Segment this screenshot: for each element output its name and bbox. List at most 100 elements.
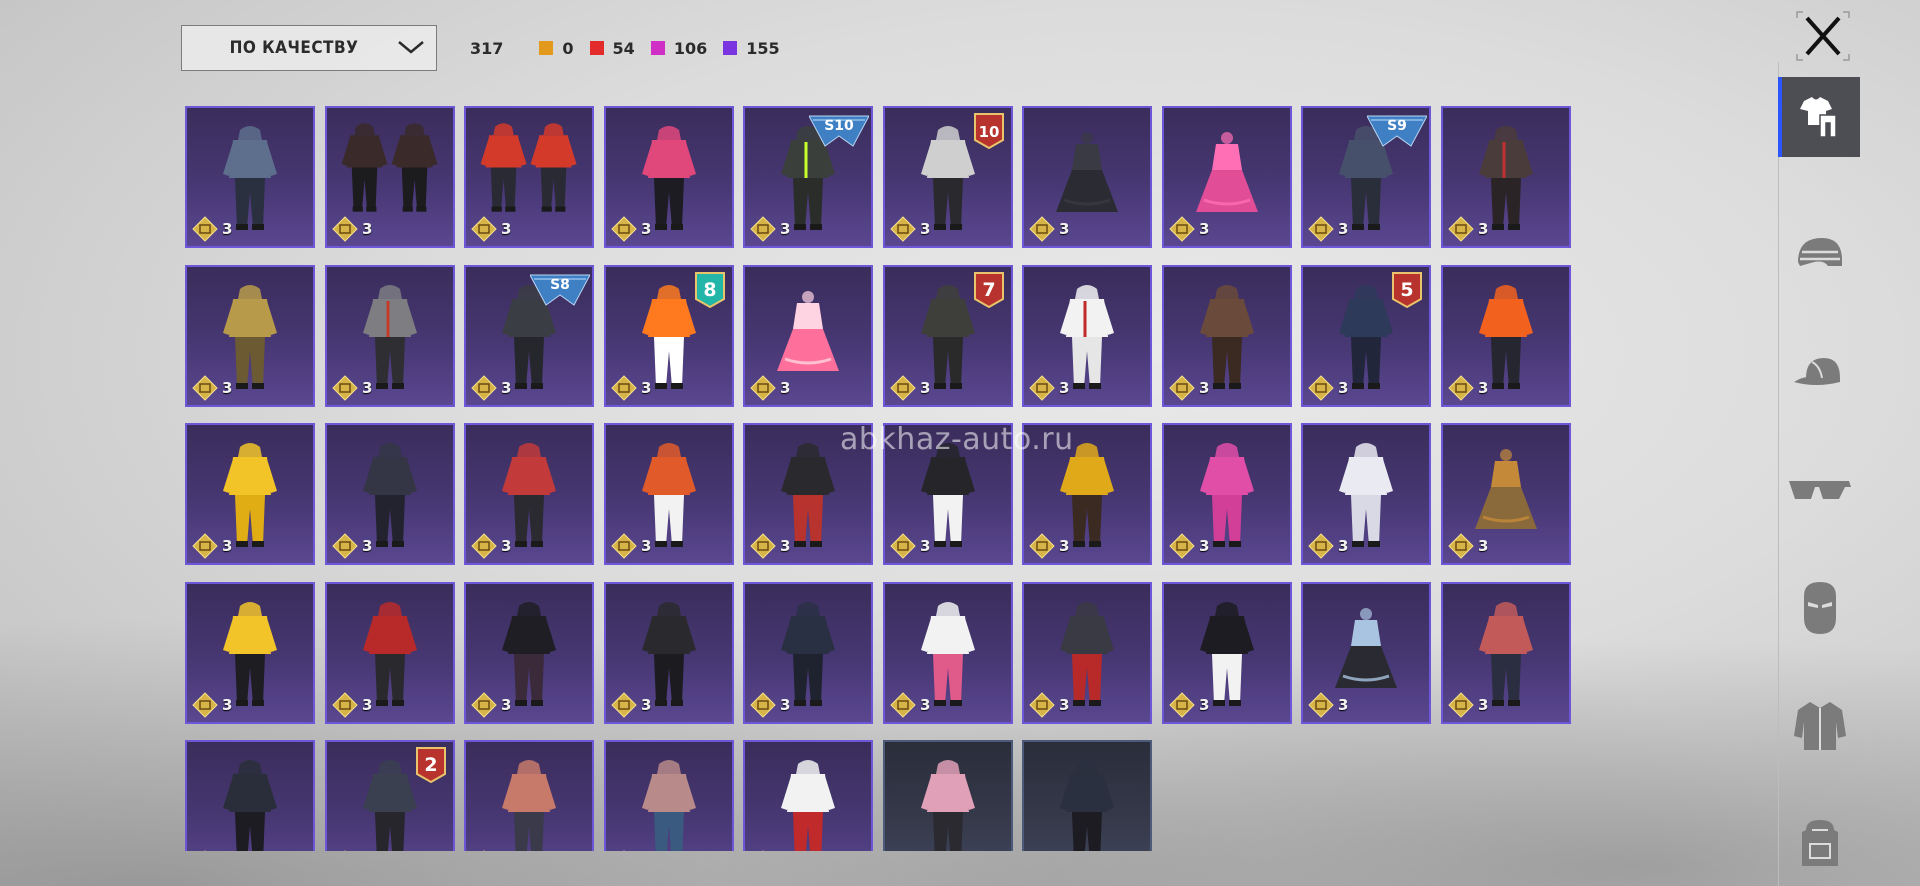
quantity: 3	[890, 216, 930, 242]
outfit-card[interactable]: 3	[883, 582, 1013, 724]
quantity: 3	[471, 375, 511, 401]
quantity: 3	[471, 216, 511, 242]
outfit-card[interactable]: 3	[325, 582, 455, 724]
upgrade-chip-icon	[192, 375, 218, 401]
backpack-tab[interactable]	[1780, 804, 1860, 884]
outfit-card[interactable]: 3	[604, 740, 734, 851]
season-badge: S10	[809, 115, 869, 147]
outfit-card[interactable]	[883, 740, 1013, 851]
upgrade-chip-icon	[332, 692, 358, 718]
jacket-tab[interactable]	[1780, 686, 1860, 766]
outfit-card[interactable]: 3	[743, 265, 873, 407]
quantity: 3	[471, 692, 511, 718]
upgrade-chip-icon	[471, 533, 497, 559]
outfit-card[interactable]: 3	[743, 582, 873, 724]
svg-text:5: 5	[1400, 279, 1413, 301]
legendary-color-swatch	[539, 41, 554, 55]
outfit-card[interactable]: 3	[1441, 106, 1571, 248]
upgrade-chip-icon	[483, 850, 485, 851]
outfit-card[interactable]: 3	[1162, 582, 1292, 724]
season-badge: S9	[1367, 115, 1427, 147]
outfit-card[interactable]: 3	[185, 423, 315, 565]
outfit-image	[1060, 760, 1114, 851]
legendary-count: 0	[539, 39, 574, 58]
helmet-tab[interactable]	[1780, 214, 1860, 294]
upgrade-chip-icon	[332, 216, 358, 242]
outfit-card[interactable]	[1022, 740, 1152, 851]
upgrade-chip-icon	[1308, 216, 1334, 242]
total-count: 317	[470, 38, 504, 58]
quantity: 3	[611, 216, 651, 242]
outfit-card[interactable]: 3 S9	[1301, 106, 1431, 248]
outfit-card[interactable]: 3	[1441, 265, 1571, 407]
outfit-card[interactable]: 3	[1162, 106, 1292, 248]
outfit-card[interactable]: 3	[604, 423, 734, 565]
outfit-card[interactable]: 3	[325, 106, 455, 248]
outfit-card[interactable]: 3	[1022, 106, 1152, 248]
upgrade-chip-icon	[1169, 533, 1195, 559]
upgrade-chip-icon	[1308, 692, 1334, 718]
outfit-card[interactable]: 3	[185, 582, 315, 724]
backpack-icon	[1802, 820, 1838, 866]
upgrade-chip-icon	[1029, 375, 1055, 401]
sidebar-divider	[1778, 62, 1779, 886]
uncommon-count: 155	[723, 39, 780, 58]
upgrade-chip-icon	[192, 216, 218, 242]
upgrade-chip-icon	[611, 375, 637, 401]
outfit-card[interactable]: 3	[743, 740, 873, 851]
quantity: 3	[192, 533, 232, 559]
outfit-card[interactable]: 3	[185, 740, 315, 851]
outfit-icon	[1800, 97, 1837, 138]
upgrade-chip-icon	[1169, 375, 1195, 401]
level-badge: 8	[695, 272, 725, 309]
season-badge: S8	[530, 274, 590, 306]
outfit-card[interactable]: 3	[1441, 423, 1571, 565]
outfit-card[interactable]: 3 S8	[464, 265, 594, 407]
outfit-card[interactable]: 3	[1022, 582, 1152, 724]
outfit-image	[223, 760, 277, 851]
outfit-card[interactable]: 3	[1301, 582, 1431, 724]
outfit-card[interactable]: 3	[464, 740, 594, 851]
close-button[interactable]	[1795, 10, 1851, 62]
outfit-card[interactable]: 3	[1022, 265, 1152, 407]
rare-color-swatch	[650, 41, 665, 55]
outfit-card[interactable]: 3	[464, 106, 594, 248]
upgrade-chip-icon	[1448, 692, 1474, 718]
quantity: 3	[611, 375, 651, 401]
outfit-card[interactable]: 3 8	[604, 265, 734, 407]
outfit-card[interactable]: 3	[604, 582, 734, 724]
quantity: 3	[332, 692, 372, 718]
level-badge: 7	[974, 272, 1004, 309]
mask-tab[interactable]	[1780, 568, 1860, 648]
outfit-card[interactable]: 3	[1301, 423, 1431, 565]
outfit-card[interactable]: 3 2	[325, 740, 455, 851]
quantity: 3	[890, 533, 930, 559]
outfit-card[interactable]: 3 S10	[743, 106, 873, 248]
upgrade-chip-icon	[611, 533, 637, 559]
svg-text:10: 10	[979, 123, 1000, 141]
outfit-card[interactable]: 3	[1162, 423, 1292, 565]
outfit-card[interactable]: 3	[325, 265, 455, 407]
quantity: 3	[471, 533, 511, 559]
outfit-card[interactable]: 3	[464, 582, 594, 724]
outfit-card[interactable]: 3	[604, 106, 734, 248]
outfit-card[interactable]: 3	[464, 423, 594, 565]
svg-text:7: 7	[982, 279, 995, 301]
upgrade-chip-icon	[611, 216, 637, 242]
outfit-card[interactable]: 3	[325, 423, 455, 565]
outfit-card[interactable]: 3	[185, 265, 315, 407]
outfits-tab[interactable]	[1778, 77, 1860, 157]
quality-filter-dropdown[interactable]: ПО КАЧЕСТВУ	[181, 25, 437, 71]
hat-tab[interactable]	[1780, 332, 1860, 412]
outfit-card[interactable]: 3 7	[883, 265, 1013, 407]
outfit-card[interactable]: 3 10	[883, 106, 1013, 248]
epic-color-swatch	[589, 41, 604, 55]
outfit-card[interactable]: 3 5	[1301, 265, 1431, 407]
outfit-card[interactable]: 3	[1162, 265, 1292, 407]
outfit-card[interactable]: 3	[1441, 582, 1571, 724]
close-icon	[1796, 11, 1850, 61]
outfit-card[interactable]: 3	[185, 106, 315, 248]
quantity: 3	[192, 850, 232, 851]
glasses-tab[interactable]	[1780, 450, 1860, 530]
svg-text:8: 8	[703, 279, 716, 301]
